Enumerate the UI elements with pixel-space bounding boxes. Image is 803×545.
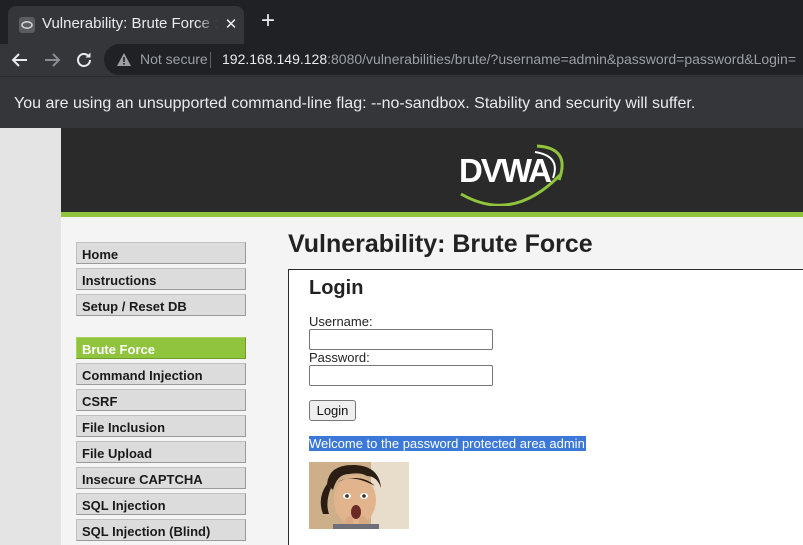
sidebar-item-csrf[interactable]: CSRF	[76, 389, 246, 411]
sidebar-item-sql-injection[interactable]: SQL Injection	[76, 493, 246, 515]
dvwa-favicon-icon	[19, 17, 35, 33]
url-text[interactable]: 192.168.149.128:8080/vulnerabilities/bru…	[222, 51, 797, 67]
dvwa-container: DVWA Home Instructions Setup / Reset DB Bru…	[61, 128, 803, 545]
password-label: Password:	[309, 350, 370, 365]
address-bar[interactable]: Not secure 192.168.149.128:8080/vulnerab…	[104, 44, 803, 75]
forward-arrow-icon[interactable]	[40, 48, 64, 72]
username-field[interactable]	[309, 329, 493, 350]
sidebar-item-home[interactable]: Home	[76, 242, 246, 264]
sidebar-item-insecure-captcha[interactable]: Insecure CAPTCHA	[76, 467, 246, 489]
sandbox-infobar: You are using an unsupported command-lin…	[0, 76, 803, 128]
browser-tab[interactable]: Vulnerability: Brute Force :: Damn Vulne…	[8, 6, 244, 44]
header-accent-line	[61, 212, 803, 217]
url-path: :8080/vulnerabilities/brute/?username=ad…	[327, 51, 797, 67]
welcome-message: Welcome to the password protected area a…	[309, 436, 586, 451]
site-header: DVWA	[61, 128, 803, 212]
sidebar-item-file-upload[interactable]: File Upload	[76, 441, 246, 463]
login-button[interactable]: Login	[309, 400, 356, 421]
tab-strip: Vulnerability: Brute Force :: Damn Vulne…	[0, 0, 803, 44]
page-viewport: DVWA Home Instructions Setup / Reset DB Bru…	[0, 128, 803, 545]
sidebar-item-instructions[interactable]: Instructions	[76, 268, 246, 290]
dvwa-logo: DVWA	[459, 144, 564, 206]
url-host: 192.168.149.128	[222, 51, 328, 67]
login-panel: Login Username: Password: Login Welcome …	[288, 269, 803, 545]
sidebar-item-brute-force[interactable]: Brute Force	[76, 337, 246, 359]
sidebar-item-setup-reset-db[interactable]: Setup / Reset DB	[76, 294, 246, 316]
sidebar-item-file-inclusion[interactable]: File Inclusion	[76, 415, 246, 437]
username-label: Username:	[309, 314, 373, 329]
sidebar-item-command-injection[interactable]: Command Injection	[76, 363, 246, 385]
reload-icon[interactable]	[72, 48, 96, 72]
tab-close-icon[interactable]: ✕	[222, 16, 240, 34]
login-heading: Login	[309, 277, 364, 299]
browser-toolbar: Not secure 192.168.149.128:8080/vulnerab…	[0, 44, 803, 76]
page-title: Vulnerability: Brute Force	[288, 230, 593, 258]
back-arrow-icon[interactable]	[8, 48, 32, 72]
security-label[interactable]: Not secure	[140, 51, 208, 67]
warning-icon[interactable]	[116, 52, 132, 72]
logo-text: DVWA	[459, 152, 551, 189]
url-separator	[210, 52, 211, 68]
tab-title: Vulnerability: Brute Force :: Damn Vulne…	[42, 15, 218, 32]
user-avatar-image	[309, 462, 409, 529]
infobar-message: You are using an unsupported command-lin…	[14, 95, 696, 112]
new-tab-button[interactable]: +	[256, 9, 280, 34]
password-field[interactable]	[309, 365, 493, 386]
sidebar-item-sql-injection-blind[interactable]: SQL Injection (Blind)	[76, 519, 246, 541]
